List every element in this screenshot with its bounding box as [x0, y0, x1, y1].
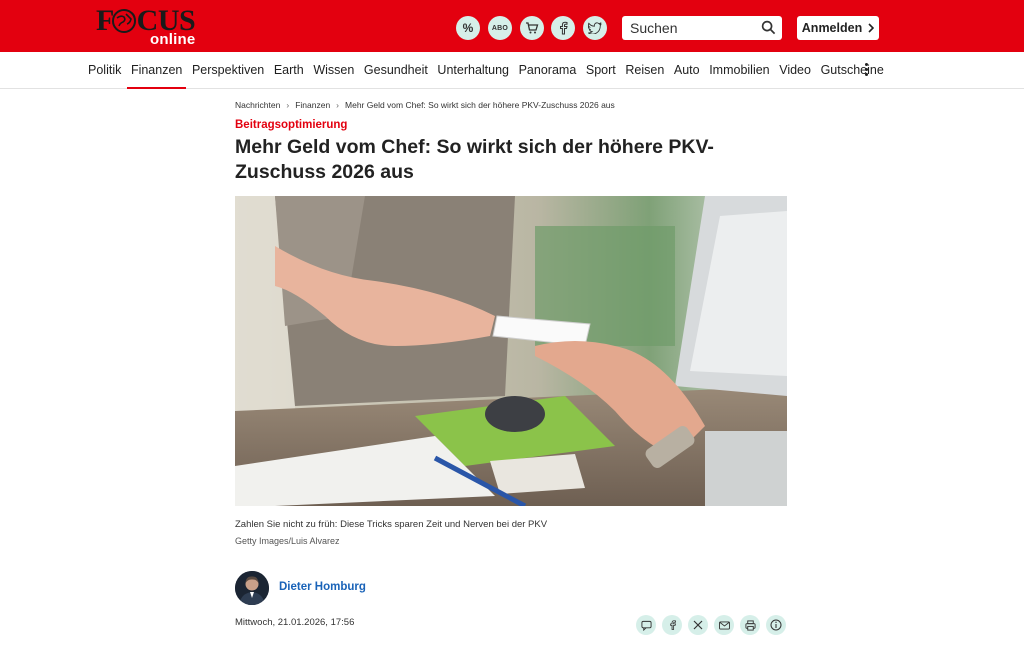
twitter-icon[interactable] [583, 16, 607, 40]
percent-label: % [462, 21, 474, 35]
breadcrumb: Nachrichten › Finanzen › Mehr Geld vom C… [235, 100, 615, 110]
author-name[interactable]: Dieter Homburg [279, 581, 366, 593]
article-headline: Mehr Geld vom Chef: So wirkt sich der hö… [235, 136, 714, 183]
chevron-right-icon [868, 23, 875, 33]
print-icon[interactable] [740, 615, 760, 635]
nav-item-video[interactable]: Video [779, 52, 811, 89]
facebook-icon[interactable] [551, 16, 575, 40]
search-icon[interactable] [761, 20, 776, 35]
author-avatar[interactable] [235, 571, 269, 605]
globe-icon [112, 9, 136, 33]
nav-item-reisen[interactable]: Reisen [625, 52, 664, 89]
article-hero-image [235, 196, 787, 506]
image-caption: Zahlen Sie nicht zu früh: Diese Tricks s… [235, 519, 548, 530]
nav-item-unterhaltung[interactable]: Unterhaltung [437, 52, 509, 89]
breadcrumb-current: Mehr Geld vom Chef: So wirkt sich der hö… [345, 100, 615, 110]
info-icon[interactable] [766, 615, 786, 635]
x-icon[interactable] [688, 615, 708, 635]
top-header: FOCUS online % ABO Anmelden [0, 0, 1024, 52]
cart-icon[interactable] [520, 16, 544, 40]
search-box[interactable] [622, 16, 782, 40]
login-button[interactable]: Anmelden [797, 16, 879, 40]
search-input[interactable] [630, 20, 754, 36]
image-credit: Getty Images/Luis Alvarez [235, 536, 340, 546]
nav-item-sport[interactable]: Sport [586, 52, 616, 89]
nav-item-gutscheine[interactable]: Gutscheine [821, 52, 884, 89]
nav-item-auto[interactable]: Auto [674, 52, 700, 89]
nav-item-gesundheit[interactable]: Gesundheit [364, 52, 428, 89]
breadcrumb-item-nachrichten[interactable]: Nachrichten [235, 100, 280, 110]
abo-icon[interactable]: ABO [488, 16, 512, 40]
hero-illustration [235, 196, 787, 506]
author-portrait [235, 571, 269, 605]
comment-icon[interactable] [636, 615, 656, 635]
mail-icon[interactable] [714, 615, 734, 635]
login-label: Anmelden [801, 21, 863, 35]
percent-icon[interactable]: % [456, 16, 480, 40]
nav-item-panorama[interactable]: Panorama [519, 52, 577, 89]
focus-online-logo[interactable]: FOCUS online [96, 6, 202, 48]
nav-item-wissen[interactable]: Wissen [313, 52, 354, 89]
breadcrumb-separator: › [286, 100, 290, 110]
logo-subline: online [150, 31, 196, 48]
twitter-glyph [588, 22, 602, 34]
nav-item-finanzen[interactable]: Finanzen [126, 52, 187, 89]
breadcrumb-item-finanzen[interactable]: Finanzen [295, 100, 330, 110]
article-kicker: Beitragsoptimierung [235, 119, 348, 131]
nav-item-earth[interactable]: Earth [274, 52, 304, 89]
facebook-icon[interactable] [662, 615, 682, 635]
more-menu-icon[interactable] [862, 63, 870, 79]
nav-item-immobilien[interactable]: Immobilien [709, 52, 769, 89]
nav-item-perspektiven[interactable]: Perspektiven [192, 52, 264, 89]
breadcrumb-separator: › [336, 100, 340, 110]
publish-date: Mittwoch, 21.01.2026, 17:56 [235, 617, 355, 628]
cart-glyph [526, 22, 539, 34]
nav-item-politik[interactable]: Politik [88, 52, 121, 89]
facebook-glyph [560, 21, 568, 35]
abo-label: ABO [491, 24, 509, 32]
main-navigation: Politik Finanzen Perspektiven Earth Wiss… [0, 52, 1024, 89]
